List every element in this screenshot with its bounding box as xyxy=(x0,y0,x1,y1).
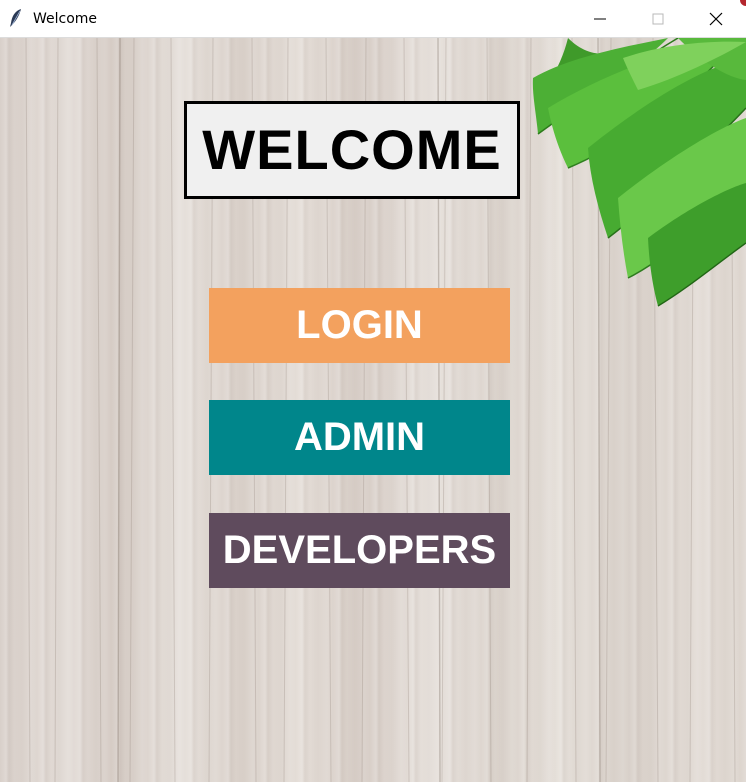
wood-background: WELCOME LOGIN ADMIN DEVELOPERS xyxy=(0,38,746,782)
window-title: Welcome xyxy=(33,11,98,27)
welcome-heading-box: WELCOME xyxy=(184,101,520,199)
minimize-icon xyxy=(594,18,606,20)
maximize-button[interactable] xyxy=(630,0,686,38)
app-window: Welcome WELCOME LOGIN ADMIN DEVELOPERS xyxy=(0,0,746,782)
minimize-button[interactable] xyxy=(572,0,628,38)
maximize-icon xyxy=(652,13,664,25)
developers-button[interactable]: DEVELOPERS xyxy=(209,513,510,588)
leaves-decoration xyxy=(532,38,746,307)
close-icon xyxy=(709,12,723,26)
welcome-heading: WELCOME xyxy=(202,118,502,181)
title-bar[interactable]: Welcome xyxy=(0,0,746,38)
feather-icon xyxy=(10,9,21,27)
close-button[interactable] xyxy=(688,0,744,38)
admin-button[interactable]: ADMIN xyxy=(209,400,510,475)
login-button[interactable]: LOGIN xyxy=(209,288,510,363)
